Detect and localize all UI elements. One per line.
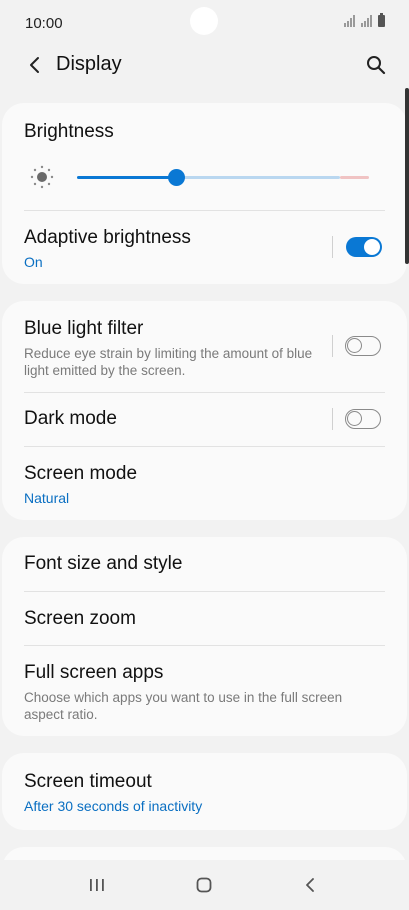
dark-mode-toggle[interactable] <box>345 409 381 429</box>
divider <box>24 446 385 447</box>
search-button[interactable] <box>361 50 391 80</box>
text-and-zoom-card: Font size and style Screen zoom Full scr… <box>2 537 407 736</box>
full-screen-apps-row[interactable]: Full screen apps Choose which apps you w… <box>24 662 385 723</box>
blue-light-filter-row[interactable]: Blue light filter Reduce eye strain by l… <box>24 318 385 379</box>
vertical-separator <box>332 335 333 357</box>
toggle-knob <box>347 338 362 353</box>
font-size-row[interactable]: Font size and style <box>24 553 385 575</box>
sun-icon <box>30 165 54 189</box>
screen-mode-value: Natural <box>24 490 70 506</box>
scrollbar[interactable] <box>405 88 409 264</box>
adaptive-brightness-label: Adaptive brightness <box>24 227 191 248</box>
brightness-slider-fill <box>77 176 176 179</box>
blue-light-filter-description: Reduce eye strain by limiting the amount… <box>24 346 313 378</box>
brightness-label: Brightness <box>24 121 114 142</box>
divider <box>24 591 385 592</box>
home-button[interactable] <box>184 870 224 900</box>
battery-icon <box>378 13 385 27</box>
brightness-slider-high-zone <box>340 176 369 179</box>
divider <box>24 645 385 646</box>
screen-timeout-label: Screen timeout <box>24 771 152 792</box>
recents-button[interactable] <box>77 870 117 900</box>
adaptive-brightness-toggle[interactable] <box>346 237 382 257</box>
blue-light-filter-toggle[interactable] <box>345 336 381 356</box>
app-bar: Display <box>0 46 409 86</box>
navigation-bar <box>0 860 409 910</box>
screen-zoom-label: Screen zoom <box>24 608 136 629</box>
status-time: 10:00 <box>25 15 63 32</box>
screen-timeout-value: After 30 seconds of inactivity <box>24 798 203 814</box>
brightness-row: Brightness <box>24 121 385 143</box>
screen-timeout-row[interactable]: Screen timeout After 30 seconds of inact… <box>24 771 385 814</box>
display-options-card: Blue light filter Reduce eye strain by l… <box>2 301 407 520</box>
full-screen-apps-description: Choose which apps you want to use in the… <box>24 690 343 722</box>
nav-back-icon <box>306 878 314 892</box>
search-icon <box>367 56 386 75</box>
blue-light-filter-label: Blue light filter <box>24 318 144 339</box>
screen-zoom-row[interactable]: Screen zoom <box>24 608 385 630</box>
dark-mode-row[interactable]: Dark mode <box>24 408 385 430</box>
brightness-slider-thumb[interactable] <box>168 169 185 186</box>
back-button[interactable] <box>20 50 50 80</box>
brightness-slider-track <box>176 176 340 179</box>
vertical-separator <box>332 236 333 258</box>
front-camera-cutout <box>190 7 218 35</box>
divider <box>24 392 385 393</box>
adaptive-brightness-row[interactable]: Adaptive brightness On <box>24 227 385 270</box>
signal-icon-secondary <box>361 15 372 27</box>
recents-icon <box>90 879 104 891</box>
screen-mode-label: Screen mode <box>24 463 138 484</box>
font-size-label: Font size and style <box>24 553 183 574</box>
vertical-separator <box>332 408 333 430</box>
home-icon <box>196 877 212 893</box>
adaptive-brightness-status: On <box>24 254 43 270</box>
toggle-knob <box>364 239 380 255</box>
dark-mode-label: Dark mode <box>24 408 117 429</box>
full-screen-apps-label: Full screen apps <box>24 662 164 683</box>
screen-mode-row[interactable]: Screen mode Natural <box>24 463 385 506</box>
nav-back-button[interactable] <box>290 870 330 900</box>
back-arrow-icon <box>30 57 39 73</box>
brightness-card: Brightness Adaptive brightness On <box>2 103 407 284</box>
brightness-slider[interactable] <box>77 169 369 186</box>
page-title: Display <box>56 53 122 75</box>
divider <box>24 210 385 211</box>
signal-icon <box>344 15 355 27</box>
toggle-knob <box>347 411 362 426</box>
status-bar: 10:00 <box>0 0 409 46</box>
status-icons <box>344 13 385 27</box>
screen-timeout-card: Screen timeout After 30 seconds of inact… <box>2 753 407 830</box>
